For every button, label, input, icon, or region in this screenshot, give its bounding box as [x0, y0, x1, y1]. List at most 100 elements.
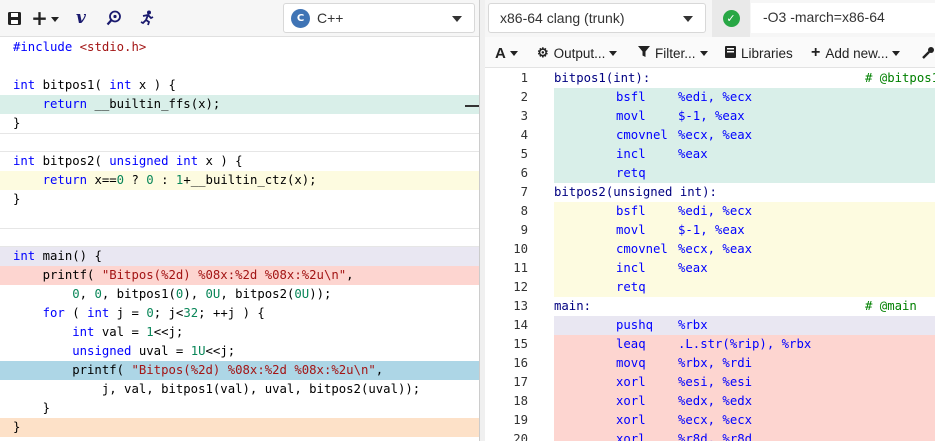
source-line[interactable]: printf( "Bitpos(%2d) %08x:%2d %08x:%2u\n… — [0, 266, 479, 285]
asm-line[interactable]: 7 bitpos2(unsigned int): — [485, 183, 935, 202]
asm-line[interactable]: 11 incl %eax — [485, 259, 935, 278]
source-line[interactable]: #include <stdio.h> — [0, 38, 479, 57]
source-line[interactable]: j, val, bitpos1(val), uval, bitpos2(uval… — [0, 380, 479, 399]
plus-icon: + — [811, 44, 821, 61]
asm-line[interactable]: 6 retq — [485, 164, 935, 183]
asm-opcode: xorl — [616, 413, 646, 427]
asm-line[interactable]: 16 movq %rbx, %rdi — [485, 354, 935, 373]
asm-line[interactable]: 18 xorl %edx, %edx — [485, 392, 935, 411]
asm-line-number: 9 — [520, 223, 528, 237]
asm-operands: %rbx, %rdi — [678, 356, 753, 370]
asm-opcode: pushq — [616, 318, 654, 332]
source-line[interactable]: } — [0, 418, 479, 437]
source-line[interactable]: printf( "Bitpos(%2d) %08x:%2d %08x:%2u\n… — [0, 361, 479, 380]
source-line[interactable]: } — [0, 114, 479, 133]
asm-code: leaq .L.str(%rip), %rbx — [554, 335, 935, 354]
source-line[interactable]: return x==0 ? 0 : 1+__builtin_ctz(x); — [0, 171, 479, 190]
output-options-button[interactable]: ⚙ Output... — [537, 44, 618, 62]
asm-line-number: 7 — [520, 185, 528, 199]
compiler-select[interactable]: x86-64 clang (trunk) — [488, 3, 706, 33]
asm-opcode: incl — [616, 147, 646, 161]
wrench-icon[interactable] — [921, 44, 935, 62]
asm-line-number: 14 — [513, 318, 528, 332]
asm-code: cmovnel %ecx, %eax — [554, 126, 935, 145]
asm-line[interactable]: 8 bsfl %edi, %ecx — [485, 202, 935, 221]
source-line[interactable] — [0, 133, 479, 152]
running-figure-icon[interactable] — [137, 5, 157, 31]
asm-line[interactable]: 2 bsfl %edi, %ecx — [485, 88, 935, 107]
asm-code: bsfl %edi, %ecx — [554, 88, 935, 107]
asm-line[interactable]: 15 leaq .L.str(%rip), %rbx — [485, 335, 935, 354]
asm-line[interactable]: 12 retq — [485, 278, 935, 297]
asm-operands: %eax — [678, 261, 708, 275]
asm-operands: %ecx, %ecx — [678, 413, 753, 427]
asm-operands: %edi, %ecx — [678, 204, 753, 218]
asm-code: retq — [554, 164, 935, 183]
asm-line[interactable]: 19 xorl %ecx, %ecx — [485, 411, 935, 430]
chevron-down-icon — [452, 16, 462, 22]
asm-code: movl $-1, %eax — [554, 221, 935, 240]
cursor-marker — [465, 105, 479, 107]
asm-comment: # @main — [865, 299, 917, 313]
vim-icon: v — [76, 8, 86, 28]
source-line[interactable]: for ( int j = 0; j<32; ++j ) { — [0, 304, 479, 323]
source-line[interactable]: unsigned uval = 1U<<j; — [0, 342, 479, 361]
asm-operands: %r8d, %r8d — [678, 432, 753, 441]
source-line[interactable]: } — [0, 190, 479, 209]
source-line[interactable]: return __builtin_ffs(x); — [0, 95, 479, 114]
plus-icon: + — [31, 6, 48, 30]
assembly-output[interactable]: 1 bitpos1(int): # @bitpos1(int) 2 bsfl %edi, … — [485, 69, 935, 441]
asm-label: main: — [554, 299, 592, 313]
compiler-flags-input[interactable]: -O3 -march=x86-64 — [751, 3, 935, 33]
asm-line[interactable]: 3 movl $-1, %eax — [485, 107, 935, 126]
font-icon: A — [495, 44, 506, 62]
vim-mode-button[interactable]: v — [72, 5, 90, 31]
language-select[interactable]: C C++ — [283, 3, 475, 33]
source-line[interactable]: int main() { — [0, 247, 479, 266]
asm-line-number: 10 — [513, 242, 528, 256]
source-line[interactable]: } — [0, 399, 479, 418]
asm-code: bitpos1(int): # @bitpos1(int) — [554, 69, 935, 88]
editor-toolbar: + v C C++ — [0, 0, 479, 37]
font-size-button[interactable]: A — [495, 44, 518, 62]
output-toolbar: A ⚙ Output... Filter... Libraries + Add ne… — [485, 37, 935, 68]
asm-opcode: movl — [616, 223, 646, 237]
source-editor-pane: + v C C++ #include <stdio.h> int bitpos1(… — [0, 0, 479, 441]
source-line[interactable]: int val = 1<<j; — [0, 323, 479, 342]
compile-status[interactable]: ✓ — [712, 0, 750, 37]
asm-line[interactable]: 17 xorl %esi, %esi — [485, 373, 935, 392]
source-line[interactable] — [0, 228, 479, 247]
source-line[interactable]: int bitpos1( int x ) { — [0, 76, 479, 95]
source-line[interactable] — [0, 57, 479, 76]
asm-line[interactable]: 5 incl %eax — [485, 145, 935, 164]
asm-opcode: cmovnel — [616, 242, 668, 256]
magnifier-icon[interactable] — [104, 5, 124, 31]
asm-line[interactable]: 1 bitpos1(int): # @bitpos1(int) — [485, 69, 935, 88]
asm-line[interactable]: 10 cmovnel %ecx, %eax — [485, 240, 935, 259]
filter-button[interactable]: Filter... — [638, 44, 708, 62]
floppy-disk-icon[interactable] — [4, 5, 24, 31]
source-line[interactable]: int bitpos2( unsigned int x ) { — [0, 152, 479, 171]
asm-line[interactable]: 13 main: # @main — [485, 297, 935, 316]
asm-line-number: 18 — [513, 394, 528, 408]
asm-line-number: 8 — [520, 204, 528, 218]
asm-line-number: 6 — [520, 166, 528, 180]
compiler-output-pane: x86-64 clang (trunk) ✓ -O3 -march=x86-64… — [485, 0, 935, 441]
asm-line[interactable]: 4 cmovnel %ecx, %eax — [485, 126, 935, 145]
asm-comment: # @bitpos1(int) — [865, 71, 935, 85]
add-pane-button[interactable]: + — [30, 5, 60, 31]
add-new-button[interactable]: + Add new... — [811, 44, 901, 62]
asm-label: bitpos2(unsigned int): — [554, 185, 717, 199]
asm-line[interactable]: 14 pushq %rbx — [485, 316, 935, 335]
source-line[interactable]: 0, 0, bitpos1(0), 0U, bitpos2(0U)); — [0, 285, 479, 304]
source-code[interactable]: #include <stdio.h> int bitpos1( int x ) {… — [0, 38, 479, 441]
asm-code: incl %eax — [554, 259, 935, 278]
asm-line[interactable]: 9 movl $-1, %eax — [485, 221, 935, 240]
asm-code: cmovnel %ecx, %eax — [554, 240, 935, 259]
libraries-button[interactable]: Libraries — [725, 44, 793, 62]
source-line[interactable] — [0, 209, 479, 228]
book-icon — [725, 45, 736, 61]
asm-opcode: bsfl — [616, 204, 646, 218]
asm-line[interactable]: 20 xorl %r8d, %r8d — [485, 430, 935, 441]
asm-opcode: movq — [616, 356, 646, 370]
